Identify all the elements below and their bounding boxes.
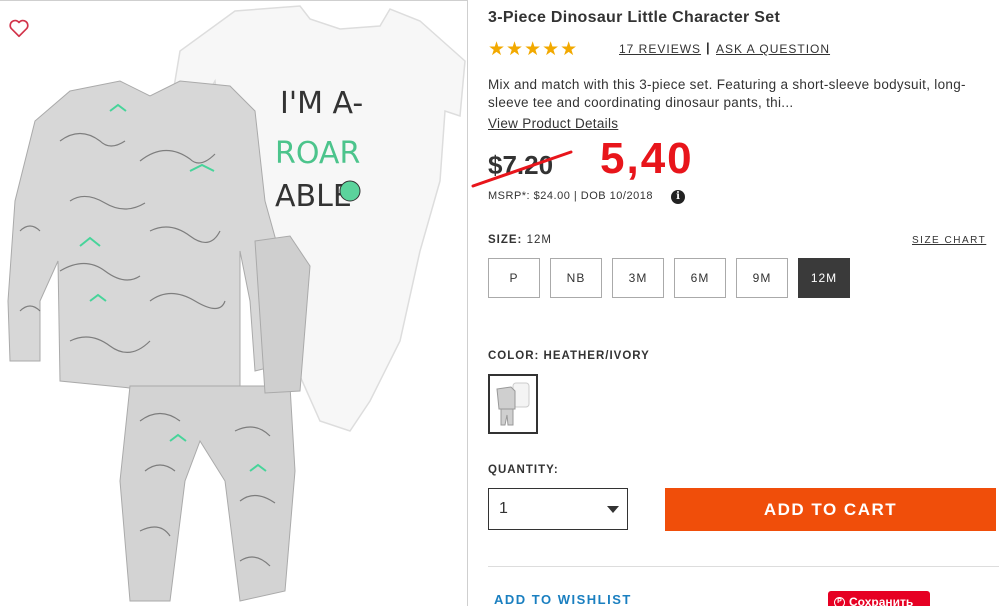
bodysuit-print-line2: ROAR [275, 136, 360, 171]
product-image[interactable]: I'M A- ROAR ABLE [0, 1, 468, 606]
section-divider [488, 566, 999, 567]
color-label: COLOR: HEATHER/IVORY [488, 350, 650, 362]
size-option-nb[interactable]: NB [550, 258, 602, 298]
pinterest-icon: P [834, 596, 845, 606]
quantity-select[interactable]: 1 [488, 488, 628, 530]
bodysuit-print-line1: I'M A- [280, 86, 363, 121]
product-image-pane: I'M A- ROAR ABLE [0, 0, 468, 606]
view-product-details-link[interactable]: View Product Details [488, 116, 618, 131]
size-label-text: SIZE: [488, 234, 523, 246]
size-label: SIZE: 12M [488, 234, 552, 246]
add-to-wishlist-link[interactable]: ADD TO WISHLIST [494, 592, 632, 606]
size-option-3m[interactable]: 3M [612, 258, 664, 298]
caret-down-icon [607, 506, 619, 513]
product-details: 3-Piece Dinosaur Little Character Set ★★… [471, 0, 999, 606]
quantity-value: 1 [499, 500, 508, 517]
info-icon[interactable]: i [671, 190, 685, 204]
size-option-6m[interactable]: 6M [674, 258, 726, 298]
ask-question-link[interactable]: ASK A QUESTION [716, 42, 830, 56]
swatch-thumbnail [496, 382, 530, 426]
price-strikethrough-mark [471, 150, 573, 188]
wishlist-heart-icon[interactable] [8, 17, 30, 39]
size-chart-link[interactable]: SIZE CHART [912, 235, 986, 246]
color-swatch-heather-ivory[interactable] [488, 374, 538, 434]
msrp-text: MSRP*: $24.00 | DOB 10/2018 [488, 190, 653, 202]
size-selected-value: 12M [526, 234, 552, 246]
product-title: 3-Piece Dinosaur Little Character Set [488, 9, 781, 26]
new-price-annotation: 5,40 [600, 134, 694, 183]
pinterest-save-label: Сохранить [849, 595, 914, 606]
size-option-12m[interactable]: 12M [798, 258, 850, 298]
size-option-p[interactable]: P [488, 258, 540, 298]
bodysuit-print-line3: ABLE [275, 179, 352, 214]
rating-stars[interactable]: ★★★★★ [488, 38, 578, 61]
product-description: Mix and match with this 3-piece set. Fea… [488, 77, 966, 110]
size-option-9m[interactable]: 9M [736, 258, 788, 298]
add-to-cart-button[interactable]: ADD TO CART [665, 488, 996, 531]
quantity-label: QUANTITY: [488, 464, 559, 476]
reviews-link[interactable]: 17 REVIEWS [619, 42, 701, 56]
pinterest-save-button[interactable]: P Сохранить [828, 591, 930, 606]
link-separator: | [706, 40, 710, 55]
